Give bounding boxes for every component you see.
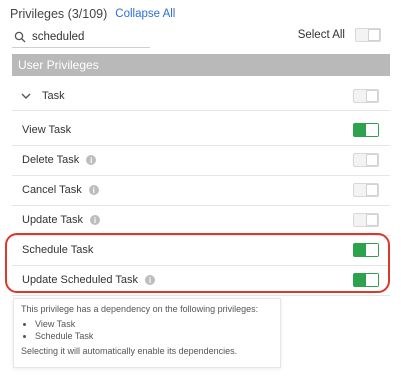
select-all-label: Select All — [297, 29, 345, 41]
group-toggle[interactable] — [353, 89, 379, 103]
toggle-knob — [366, 124, 378, 136]
toggle-knob — [366, 214, 378, 226]
info-icon[interactable]: i — [86, 155, 97, 165]
select-all-toggle[interactable] — [355, 28, 381, 42]
privilege-row[interactable]: Delete Task i — [12, 145, 390, 175]
info-icon[interactable]: i — [88, 185, 99, 195]
privilege-toggle[interactable] — [353, 183, 379, 197]
tooltip-dep-item: Schedule Task — [35, 330, 273, 342]
privilege-label: Update Task — [22, 214, 83, 226]
section-user-privileges: User Privileges — [12, 54, 390, 76]
highlight-outline — [5, 233, 390, 293]
toggle-knob — [366, 154, 378, 166]
search-field[interactable]: scheduled — [12, 27, 150, 48]
dependency-tooltip: This privilege has a dependency on the f… — [13, 298, 281, 368]
privilege-toggle[interactable] — [353, 123, 379, 137]
divider — [12, 295, 390, 296]
privileges-header: Privileges (3/109) Collapse All — [10, 4, 175, 24]
privilege-row[interactable]: Cancel Task i — [12, 175, 390, 205]
select-all: Select All — [298, 28, 381, 42]
privileges-title: Privileges (3/109) — [10, 7, 108, 21]
collapse-all-link[interactable]: Collapse All — [115, 8, 175, 20]
privilege-toggle[interactable] — [353, 213, 379, 227]
tooltip-deps-list: View Task Schedule Task — [35, 318, 273, 342]
info-icon[interactable]: i — [89, 215, 100, 225]
chevron-down-icon[interactable] — [20, 90, 32, 102]
privilege-label: Cancel Task — [22, 184, 82, 196]
group-row-task[interactable]: Task — [12, 84, 390, 108]
privilege-row[interactable]: Update Task i — [12, 205, 390, 235]
privilege-label: View Task — [22, 124, 72, 136]
privilege-label: Delete Task — [22, 154, 80, 166]
privilege-toggle[interactable] — [353, 153, 379, 167]
search-input-value[interactable]: scheduled — [32, 31, 84, 43]
group-label: Task — [42, 90, 65, 102]
search-icon — [14, 31, 26, 43]
toggle-knob — [366, 184, 378, 196]
privilege-row[interactable]: View Task — [12, 115, 390, 145]
tooltip-dep-item: View Task — [35, 318, 273, 330]
tooltip-intro: This privilege has a dependency on the f… — [21, 304, 259, 314]
tooltip-outro: Selecting it will automatically enable i… — [21, 346, 238, 356]
section-title: User Privileges — [18, 58, 99, 72]
divider — [12, 110, 390, 111]
